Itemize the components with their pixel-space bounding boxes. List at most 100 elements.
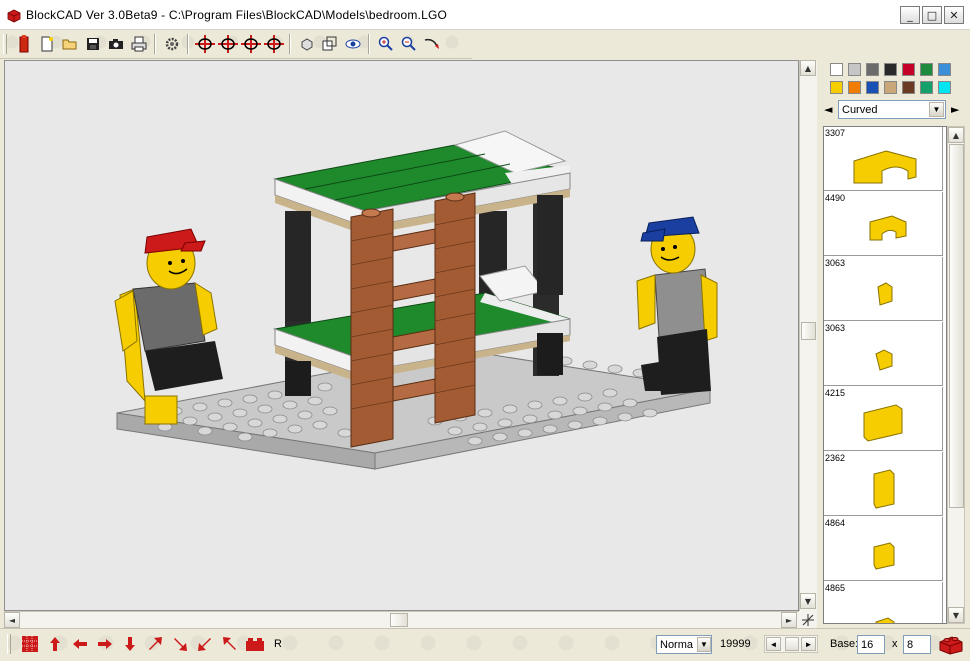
view-single-button[interactable] xyxy=(295,33,318,55)
insert-brick-button[interactable] xyxy=(243,633,266,655)
rotate-free-button[interactable] xyxy=(420,33,443,55)
part-tile[interactable]: 3307 xyxy=(824,127,943,191)
scroll-up-button[interactable]: ▲ xyxy=(800,60,816,76)
canvas-horizontal-scrollbar[interactable]: ◄ ► xyxy=(4,611,799,628)
part-tile[interactable]: 2362 xyxy=(824,452,943,516)
move-left-button[interactable] xyxy=(68,633,91,655)
zoom-out-button[interactable] xyxy=(397,33,420,55)
scroll-down-button[interactable]: ▼ xyxy=(800,593,816,609)
left-arrow-icon: ◄ xyxy=(8,615,16,625)
reset-view-corner[interactable] xyxy=(799,611,817,628)
save-button[interactable] xyxy=(81,33,104,55)
rotate-up-button[interactable] xyxy=(216,33,239,55)
base-width-field[interactable]: 16 xyxy=(857,635,885,654)
parts-list: 3307 4490 3063 3063 4215 2362 4864 4865 xyxy=(823,126,947,624)
step-left-icon[interactable]: ◄ xyxy=(766,637,781,651)
color-swatch[interactable] xyxy=(902,81,915,94)
parts-scroll-down-button[interactable]: ▼ xyxy=(948,607,964,623)
up-arrow-icon: ▲ xyxy=(952,130,960,140)
brick-button[interactable] xyxy=(12,33,35,55)
color-swatch[interactable] xyxy=(938,81,951,94)
brick-count: 19999 xyxy=(720,638,751,650)
part-tile[interactable]: 4215 xyxy=(824,387,943,451)
color-swatch[interactable] xyxy=(920,81,933,94)
maximize-button[interactable]: □ xyxy=(922,6,942,24)
part-tile[interactable]: 3063 xyxy=(824,322,943,386)
eye-button[interactable] xyxy=(341,33,364,55)
move-sw-button[interactable] xyxy=(193,633,216,655)
move-ne-button[interactable] xyxy=(143,633,166,655)
next-category-arrow[interactable]: ► xyxy=(951,103,959,116)
part-preview-icon xyxy=(853,150,917,184)
model-viewport[interactable] xyxy=(4,60,799,611)
mode-select[interactable]: Norma ▼ xyxy=(656,635,712,654)
part-tile[interactable]: 4864 xyxy=(824,517,943,581)
view-single-icon xyxy=(301,38,312,51)
scroll-left-button[interactable]: ◄ xyxy=(4,612,20,628)
part-tile[interactable]: 4865 xyxy=(824,582,943,623)
step-right-icon[interactable]: ► xyxy=(801,637,816,651)
color-swatch[interactable] xyxy=(848,81,861,94)
settings-button[interactable] xyxy=(160,33,183,55)
step-thumb[interactable] xyxy=(785,637,799,651)
prev-category-arrow[interactable]: ◄ xyxy=(824,103,832,116)
color-swatch[interactable] xyxy=(830,81,843,94)
camera-button[interactable] xyxy=(104,33,127,55)
close-icon: ✕ xyxy=(949,8,959,22)
new-button[interactable] xyxy=(35,33,58,55)
move-se-button[interactable] xyxy=(168,633,191,655)
color-swatch[interactable] xyxy=(848,63,861,76)
chevron-down-icon[interactable]: ▼ xyxy=(929,102,944,117)
color-swatch[interactable] xyxy=(902,63,915,76)
move-right-button[interactable] xyxy=(93,633,116,655)
part-preview-icon xyxy=(873,542,895,570)
minimize-button[interactable]: _ xyxy=(900,6,920,24)
rotate-key-label[interactable]: R xyxy=(274,638,282,650)
vertical-scroll-thumb[interactable] xyxy=(801,322,816,340)
color-swatch[interactable] xyxy=(920,63,933,76)
build-button[interactable] xyxy=(938,633,964,655)
color-swatch[interactable] xyxy=(938,63,951,76)
horizontal-scroll-thumb[interactable] xyxy=(390,613,408,627)
step-scrollbar[interactable]: ◄ ► xyxy=(764,635,818,653)
canvas-vertical-scrollbar[interactable]: ▲ ▼ xyxy=(799,60,817,611)
view-multi-button[interactable] xyxy=(318,33,341,55)
part-tile[interactable]: 3063 xyxy=(824,257,943,321)
print-button[interactable] xyxy=(127,33,150,55)
right-arrow-icon: ► xyxy=(785,615,793,625)
settings-icon xyxy=(165,37,178,51)
base-width-value: 16 xyxy=(861,638,874,651)
move-up-button[interactable] xyxy=(43,633,66,655)
rotate-right-button[interactable] xyxy=(262,33,285,55)
move-nw-button[interactable] xyxy=(218,633,241,655)
toolbar-separator xyxy=(368,34,370,54)
parts-scroll-up-button[interactable]: ▲ xyxy=(948,127,964,143)
color-swatch[interactable] xyxy=(884,81,897,94)
mode-value: Norma xyxy=(660,638,694,651)
rotate-left-button[interactable] xyxy=(193,33,216,55)
part-tile[interactable]: 4490 xyxy=(824,192,943,256)
app-logo-icon xyxy=(7,9,21,22)
toolbar-grip[interactable] xyxy=(3,34,7,54)
category-select[interactable]: Curved ▼ xyxy=(838,100,946,119)
chevron-down-icon[interactable]: ▼ xyxy=(697,637,711,652)
color-swatch[interactable] xyxy=(866,81,879,94)
toolbar-grip[interactable] xyxy=(7,634,11,654)
color-swatch[interactable] xyxy=(884,63,897,76)
move-down-button[interactable] xyxy=(118,633,141,655)
color-swatch[interactable] xyxy=(866,63,879,76)
close-button[interactable]: ✕ xyxy=(944,6,964,24)
parts-scroll-thumb[interactable] xyxy=(949,144,964,508)
arrow-left-icon xyxy=(72,639,87,649)
grid-toggle-button[interactable] xyxy=(18,633,41,655)
maximize-icon: □ xyxy=(926,8,938,22)
zoom-in-button[interactable] xyxy=(374,33,397,55)
parts-list-scrollbar[interactable]: ▲ ▼ xyxy=(947,126,965,624)
build-brick-icon xyxy=(939,636,963,655)
base-depth-field[interactable]: 8 xyxy=(903,635,931,654)
rotate-down-button[interactable] xyxy=(239,33,262,55)
scroll-right-button[interactable]: ► xyxy=(781,612,797,628)
color-swatch[interactable] xyxy=(830,63,843,76)
toolbar-separator xyxy=(289,34,291,54)
open-button[interactable] xyxy=(58,33,81,55)
